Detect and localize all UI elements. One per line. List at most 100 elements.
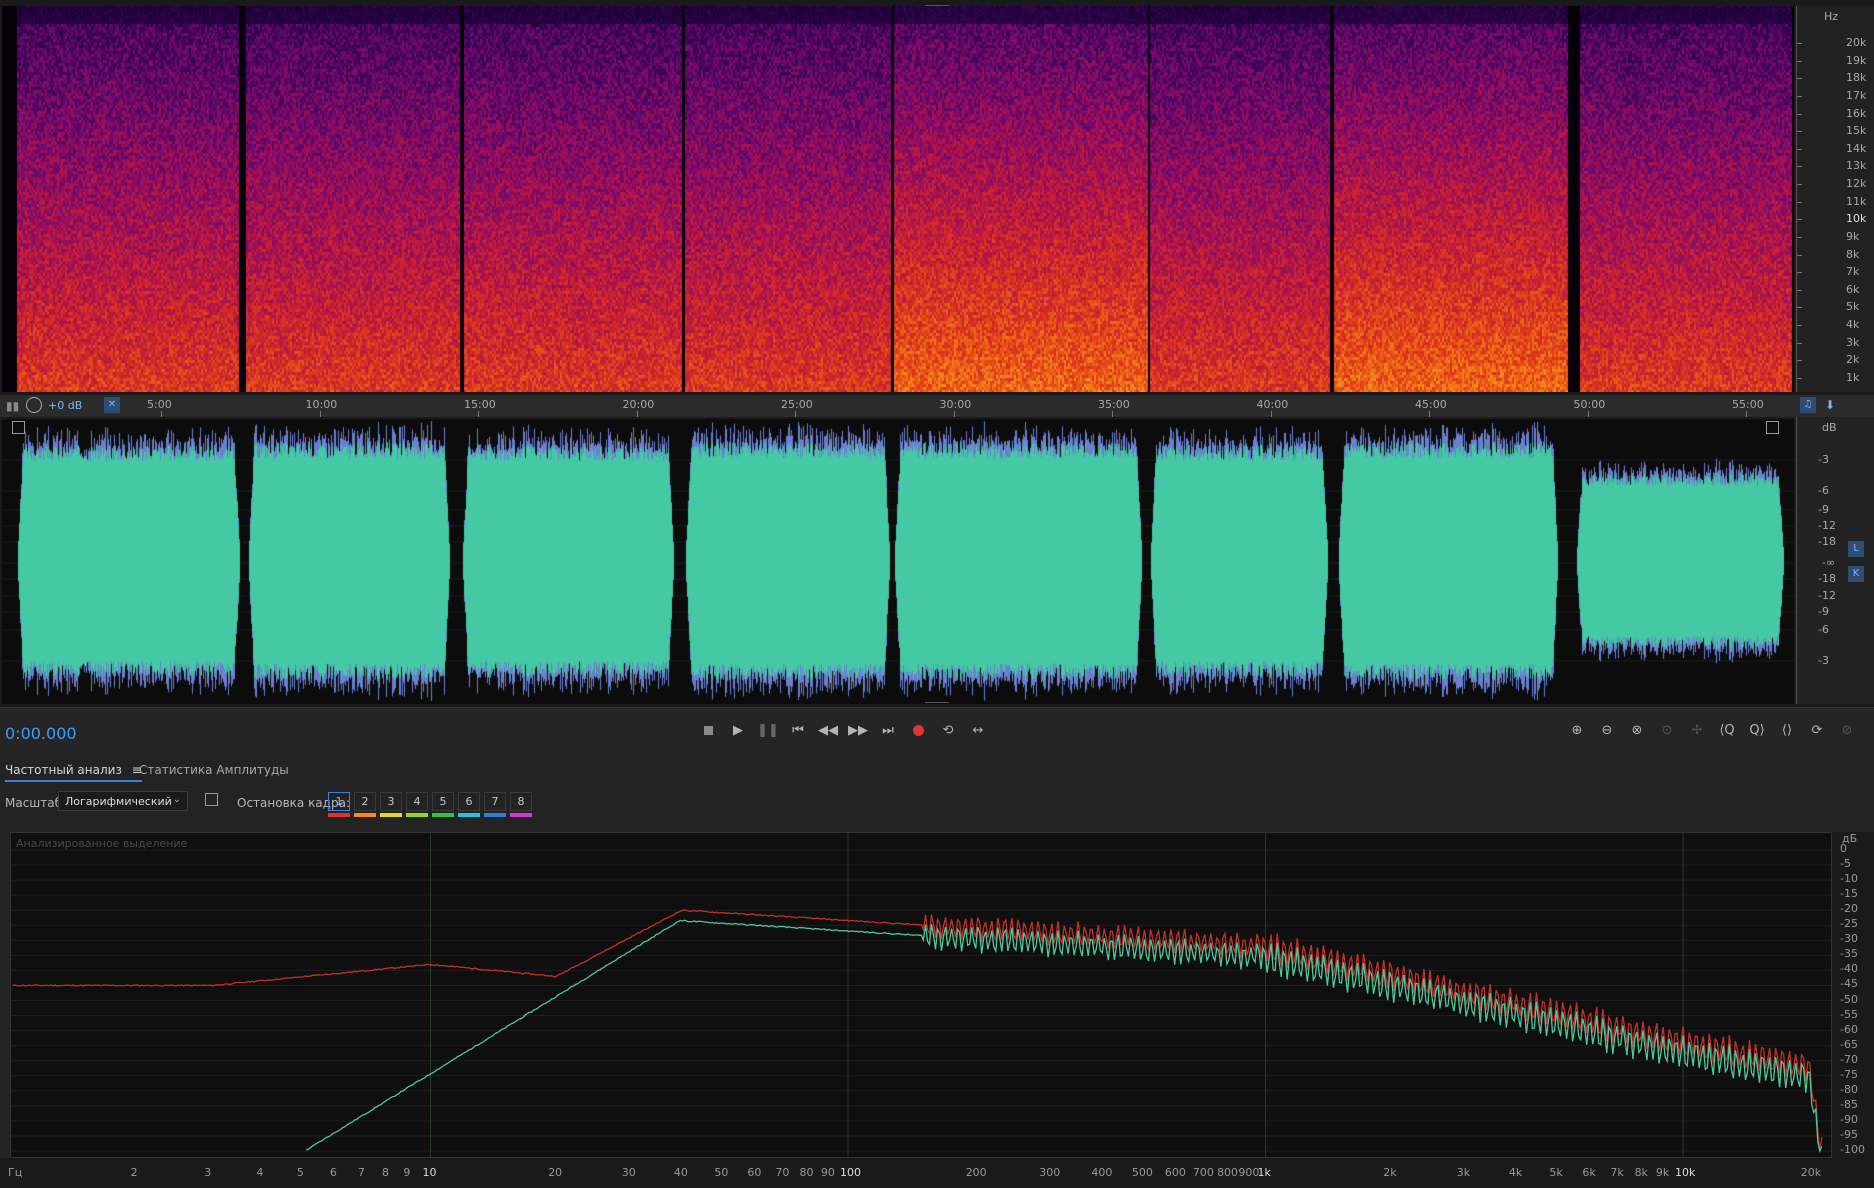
time-ruler[interactable]: ▮▮ +0 dB ✕ 5:00 10:00 15:00 20:00 25:00 30:00…: [0, 395, 1874, 417]
zoom-in-amplitude-button[interactable]: ⊕: [1566, 719, 1588, 741]
hz-tick-label: 20: [548, 1166, 563, 1179]
freeze-frame-color: [484, 813, 506, 817]
freq-tick-label: 17k: [1846, 88, 1867, 102]
frequency-plot: [11, 833, 1831, 1157]
freq-tick-label: 1k: [1846, 371, 1860, 384]
time-tick-label: 15:00: [464, 398, 496, 411]
skip-selection-icon: ↔: [972, 722, 984, 738]
freq-tick-mark: [1797, 272, 1802, 274]
zoom-in-time-button[interactable]: ⟨Q: [1716, 719, 1738, 741]
freq-tick-label: 19k: [1846, 53, 1867, 67]
freeze-frame-6[interactable]: 6: [458, 792, 480, 811]
db-axis-tick-label: -55: [1840, 1007, 1858, 1021]
rewind-button[interactable]: ◀◀: [817, 719, 839, 741]
fade-in-handle-icon[interactable]: [12, 421, 25, 434]
time-tick-label: 40:00: [1256, 398, 1289, 411]
db-axis-tick-label: 0: [1840, 842, 1847, 855]
play-button[interactable]: ▶: [727, 719, 749, 741]
hz-axis: Гц 2 3 4 5 6 7 8 9 10 20 30 40 50 60 70 80 90 100 200 300 40…: [0, 1158, 1874, 1188]
db-axis-tick-label: -75: [1840, 1067, 1858, 1081]
amplitude-ruler: dB -3 -6 -9 -12 -18 -∞ -18 -12 -9 -6 -3 L K: [1796, 417, 1874, 704]
tab-amplitude-statistics[interactable]: Статистика Амплитуды: [139, 763, 289, 777]
panel-resize-handle[interactable]: [925, 0, 949, 6]
hz-axis-unit: Гц: [8, 1166, 23, 1179]
zoom-playhead-button[interactable]: ✢: [1686, 719, 1708, 741]
db-axis-tick-label: -80: [1840, 1082, 1858, 1096]
db-tick-label: -9: [1818, 605, 1829, 618]
freq-tick-mark: [1797, 60, 1802, 62]
freeze-frame-color: [458, 813, 480, 817]
scale-dropdown[interactable]: Логарифмический ⌄: [58, 791, 188, 811]
db-tick-label: -6: [1818, 623, 1829, 636]
marker-icon[interactable]: ⬇: [1822, 397, 1838, 413]
fade-out-handle-icon[interactable]: [1766, 421, 1779, 434]
spectrogram[interactable]: [2, 6, 1794, 392]
freeze-frame-3[interactable]: 3: [380, 792, 402, 811]
hz-tick-label: 4k: [1508, 1166, 1523, 1179]
freeze-frame-4[interactable]: 4: [406, 792, 428, 811]
freq-tick-label: 16k: [1846, 106, 1867, 120]
db-axis-tick-label: -95: [1840, 1127, 1858, 1141]
frequency-graph[interactable]: Анализированное выделение: [10, 832, 1832, 1158]
zoom-settings-button[interactable]: ⊘: [1836, 719, 1858, 741]
zoom-out-full-button[interactable]: ⟨⟩: [1776, 719, 1798, 741]
pause-button[interactable]: ❚❚: [757, 719, 779, 741]
go-to-end-button[interactable]: ⏭: [877, 719, 899, 741]
freq-tick-label: 2k: [1846, 353, 1860, 367]
headphones-icon[interactable]: ♫: [1800, 397, 1816, 413]
freq-tick-label: 13k: [1846, 159, 1867, 173]
time-tick-label: 10:00: [305, 398, 338, 411]
freq-tick-label: 8k: [1846, 247, 1860, 261]
db-tick-label: -∞: [1822, 556, 1836, 569]
pause-icon: ❚❚: [757, 722, 779, 738]
gain-knob-icon[interactable]: [26, 397, 42, 413]
freq-tick-mark: [1797, 254, 1802, 256]
gain-value[interactable]: +0 dB: [48, 399, 82, 412]
zoom-out-time-button[interactable]: Q⟩: [1746, 719, 1768, 741]
meter-icon[interactable]: ▮▮: [6, 399, 19, 413]
freq-tick-mark: [1797, 95, 1802, 97]
skip-selection-button[interactable]: ↔: [967, 719, 989, 741]
skip-back-icon: ⏮: [792, 722, 804, 738]
current-time[interactable]: 0:00.000: [5, 724, 77, 743]
channel-right-toggle[interactable]: K: [1848, 566, 1864, 582]
hz-tick-label: 20k: [1800, 1166, 1822, 1179]
history-icon: ⟳: [1811, 722, 1823, 738]
freeze-frame-color: [432, 813, 454, 817]
pin-icon[interactable]: ✕: [104, 397, 120, 413]
waveform-display[interactable]: dB -3 -6 -9 -12 -18 -∞ -18 -12 -9 -6 -3 L K: [0, 417, 1874, 707]
stop-button[interactable]: [697, 719, 719, 741]
db-axis-tick-label: -5: [1840, 857, 1851, 871]
freq-tick-mark: [1797, 113, 1802, 115]
time-tick-label: 50:00: [1573, 398, 1606, 411]
fast-forward-icon: ▶▶: [848, 722, 868, 738]
tab-frequency-analysis[interactable]: Частотный анализ ≡: [5, 763, 142, 782]
overlay-frames-icon[interactable]: [205, 793, 218, 806]
hz-tick-label: 2: [130, 1166, 138, 1179]
loop-button[interactable]: ⟲: [937, 719, 959, 741]
zoom-reset-button[interactable]: ⊗: [1626, 719, 1648, 741]
zoom-selection-button[interactable]: ⊙: [1656, 719, 1678, 741]
fast-forward-button[interactable]: ▶▶: [847, 719, 869, 741]
freeze-frame-color: [354, 813, 376, 817]
db-axis-tick-label: -60: [1840, 1022, 1858, 1036]
spectral-display[interactable]: Hz 20k 19k 18k 17k 16k 15k 14k 13k 12k 11k 10k 9k 8k…: [0, 0, 1874, 395]
freq-tick-mark: [1797, 289, 1802, 291]
freeze-frame-8[interactable]: 8: [510, 792, 532, 811]
freeze-frame-2[interactable]: 2: [354, 792, 376, 811]
freeze-frame-7[interactable]: 7: [484, 792, 506, 811]
zoom-full-icon: ⟨⟩: [1781, 722, 1793, 738]
freeze-frame-1[interactable]: 1: [328, 792, 350, 811]
go-to-start-button[interactable]: ⏮: [787, 719, 809, 741]
record-button[interactable]: [907, 719, 929, 741]
waveform[interactable]: [2, 419, 1794, 704]
freq-tick-mark: [1797, 325, 1802, 327]
db-axis-tick-label: -45: [1840, 977, 1858, 991]
freeze-frame-5[interactable]: 5: [432, 792, 454, 811]
channel-left-toggle[interactable]: L: [1848, 541, 1864, 557]
hz-tick-label: 500: [1131, 1166, 1153, 1179]
hz-tick-label: 8: [382, 1166, 390, 1179]
zoom-history-button[interactable]: ⟳: [1806, 719, 1828, 741]
zoom-out-amplitude-button[interactable]: ⊖: [1596, 719, 1618, 741]
zoom-out-icon: ⊖: [1601, 722, 1613, 738]
